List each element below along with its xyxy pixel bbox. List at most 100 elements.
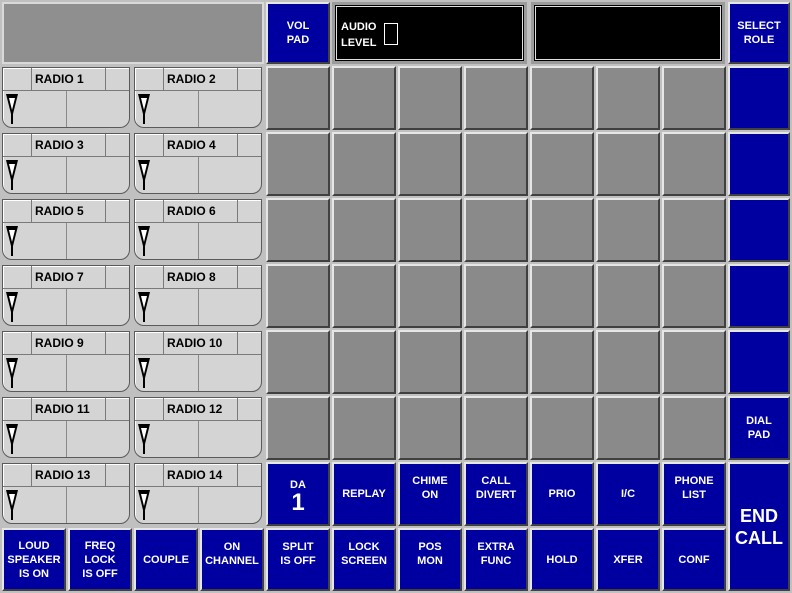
empty-key[interactable] — [530, 132, 594, 196]
freq-lock-button[interactable]: FREQ LOCK IS OFF — [68, 528, 132, 591]
radio-select-key[interactable] — [3, 332, 32, 355]
couple-button[interactable]: COUPLE — [134, 528, 198, 591]
empty-key[interactable] — [596, 66, 660, 130]
empty-key[interactable] — [662, 66, 726, 130]
on-channel-button[interactable]: ON CHANNEL — [200, 528, 264, 591]
radio-option-key[interactable] — [105, 134, 129, 157]
radio-select-key[interactable] — [135, 68, 164, 91]
dial-pad-button[interactable]: DIAL PAD — [728, 396, 790, 460]
radio-select-key[interactable] — [135, 200, 164, 223]
radio-panel[interactable]: RADIO 12 — [134, 397, 262, 458]
empty-key[interactable] — [596, 330, 660, 394]
empty-key[interactable] — [596, 198, 660, 262]
pos-mon-button[interactable]: POS MON — [398, 528, 462, 591]
radio-panel[interactable]: RADIO 14 — [134, 463, 262, 524]
ic-button[interactable]: I/C — [596, 462, 660, 526]
da-button[interactable]: DA 1 — [266, 462, 330, 526]
radio-select-key[interactable] — [135, 398, 164, 421]
radio-option-key[interactable] — [237, 68, 261, 91]
radio-option-key[interactable] — [105, 398, 129, 421]
empty-key[interactable] — [332, 66, 396, 130]
empty-key[interactable] — [398, 198, 462, 262]
empty-key[interactable] — [398, 132, 462, 196]
radio-option-key[interactable] — [105, 68, 129, 91]
empty-key[interactable] — [266, 264, 330, 328]
radio-option-key[interactable] — [237, 332, 261, 355]
empty-key[interactable] — [662, 396, 726, 460]
radio-select-key[interactable] — [135, 266, 164, 289]
radio-select-key[interactable] — [135, 464, 164, 487]
empty-key[interactable] — [662, 264, 726, 328]
replay-button[interactable]: REPLAY — [332, 462, 396, 526]
empty-key[interactable] — [662, 132, 726, 196]
empty-key[interactable] — [332, 330, 396, 394]
empty-key[interactable] — [398, 264, 462, 328]
empty-key[interactable] — [596, 264, 660, 328]
empty-key[interactable] — [530, 264, 594, 328]
select-role-button[interactable]: SELECT ROLE — [728, 2, 790, 64]
radio-panel[interactable]: RADIO 9 — [2, 331, 130, 392]
loudspeaker-button[interactable]: LOUD SPEAKER IS ON — [2, 528, 66, 591]
empty-key[interactable] — [464, 198, 528, 262]
radio-option-key[interactable] — [105, 332, 129, 355]
empty-key[interactable] — [530, 198, 594, 262]
radio-select-key[interactable] — [3, 134, 32, 157]
empty-key[interactable] — [530, 330, 594, 394]
prio-button[interactable]: PRIO — [530, 462, 594, 526]
call-divert-button[interactable]: CALL DIVERT — [464, 462, 528, 526]
extra-func-button[interactable]: EXTRA FUNC — [464, 528, 528, 591]
radio-select-key[interactable] — [3, 398, 32, 421]
radio-option-key[interactable] — [105, 266, 129, 289]
radio-panel[interactable]: RADIO 4 — [134, 133, 262, 194]
radio-option-key[interactable] — [237, 464, 261, 487]
right-key-2[interactable] — [728, 132, 790, 196]
radio-option-key[interactable] — [237, 266, 261, 289]
empty-key[interactable] — [266, 396, 330, 460]
radio-option-key[interactable] — [237, 398, 261, 421]
right-key-5[interactable] — [728, 330, 790, 394]
empty-key[interactable] — [398, 396, 462, 460]
empty-key[interactable] — [332, 396, 396, 460]
empty-key[interactable] — [332, 264, 396, 328]
empty-key[interactable] — [266, 198, 330, 262]
phone-list-button[interactable]: PHONE LIST — [662, 462, 726, 526]
radio-option-key[interactable] — [105, 200, 129, 223]
conf-button[interactable]: CONF — [662, 528, 726, 591]
radio-select-key[interactable] — [3, 464, 32, 487]
right-key-4[interactable] — [728, 264, 790, 328]
radio-option-key[interactable] — [237, 200, 261, 223]
radio-panel[interactable]: RADIO 10 — [134, 331, 262, 392]
lock-screen-button[interactable]: LOCK SCREEN — [332, 528, 396, 591]
radio-panel[interactable]: RADIO 5 — [2, 199, 130, 260]
empty-key[interactable] — [398, 330, 462, 394]
empty-key[interactable] — [530, 396, 594, 460]
empty-key[interactable] — [596, 132, 660, 196]
end-call-button[interactable]: END CALL — [728, 462, 790, 591]
split-button[interactable]: SPLIT IS OFF — [266, 528, 330, 591]
radio-panel[interactable]: RADIO 11 — [2, 397, 130, 458]
hold-button[interactable]: HOLD — [530, 528, 594, 591]
radio-panel[interactable]: RADIO 7 — [2, 265, 130, 326]
empty-key[interactable] — [464, 66, 528, 130]
vol-pad-button[interactable]: VOL PAD — [266, 2, 330, 64]
empty-key[interactable] — [332, 198, 396, 262]
right-key-3[interactable] — [728, 198, 790, 262]
radio-select-key[interactable] — [135, 332, 164, 355]
empty-key[interactable] — [332, 132, 396, 196]
empty-key[interactable] — [398, 66, 462, 130]
radio-select-key[interactable] — [3, 200, 32, 223]
xfer-button[interactable]: XFER — [596, 528, 660, 591]
chime-button[interactable]: CHIME ON — [398, 462, 462, 526]
radio-select-key[interactable] — [135, 134, 164, 157]
empty-key[interactable] — [662, 198, 726, 262]
empty-key[interactable] — [662, 330, 726, 394]
empty-key[interactable] — [266, 132, 330, 196]
radio-select-key[interactable] — [3, 266, 32, 289]
empty-key[interactable] — [464, 264, 528, 328]
empty-key[interactable] — [530, 66, 594, 130]
radio-panel[interactable]: RADIO 8 — [134, 265, 262, 326]
radio-option-key[interactable] — [237, 134, 261, 157]
radio-panel[interactable]: RADIO 1 — [2, 67, 130, 128]
radio-select-key[interactable] — [3, 68, 32, 91]
empty-key[interactable] — [266, 330, 330, 394]
